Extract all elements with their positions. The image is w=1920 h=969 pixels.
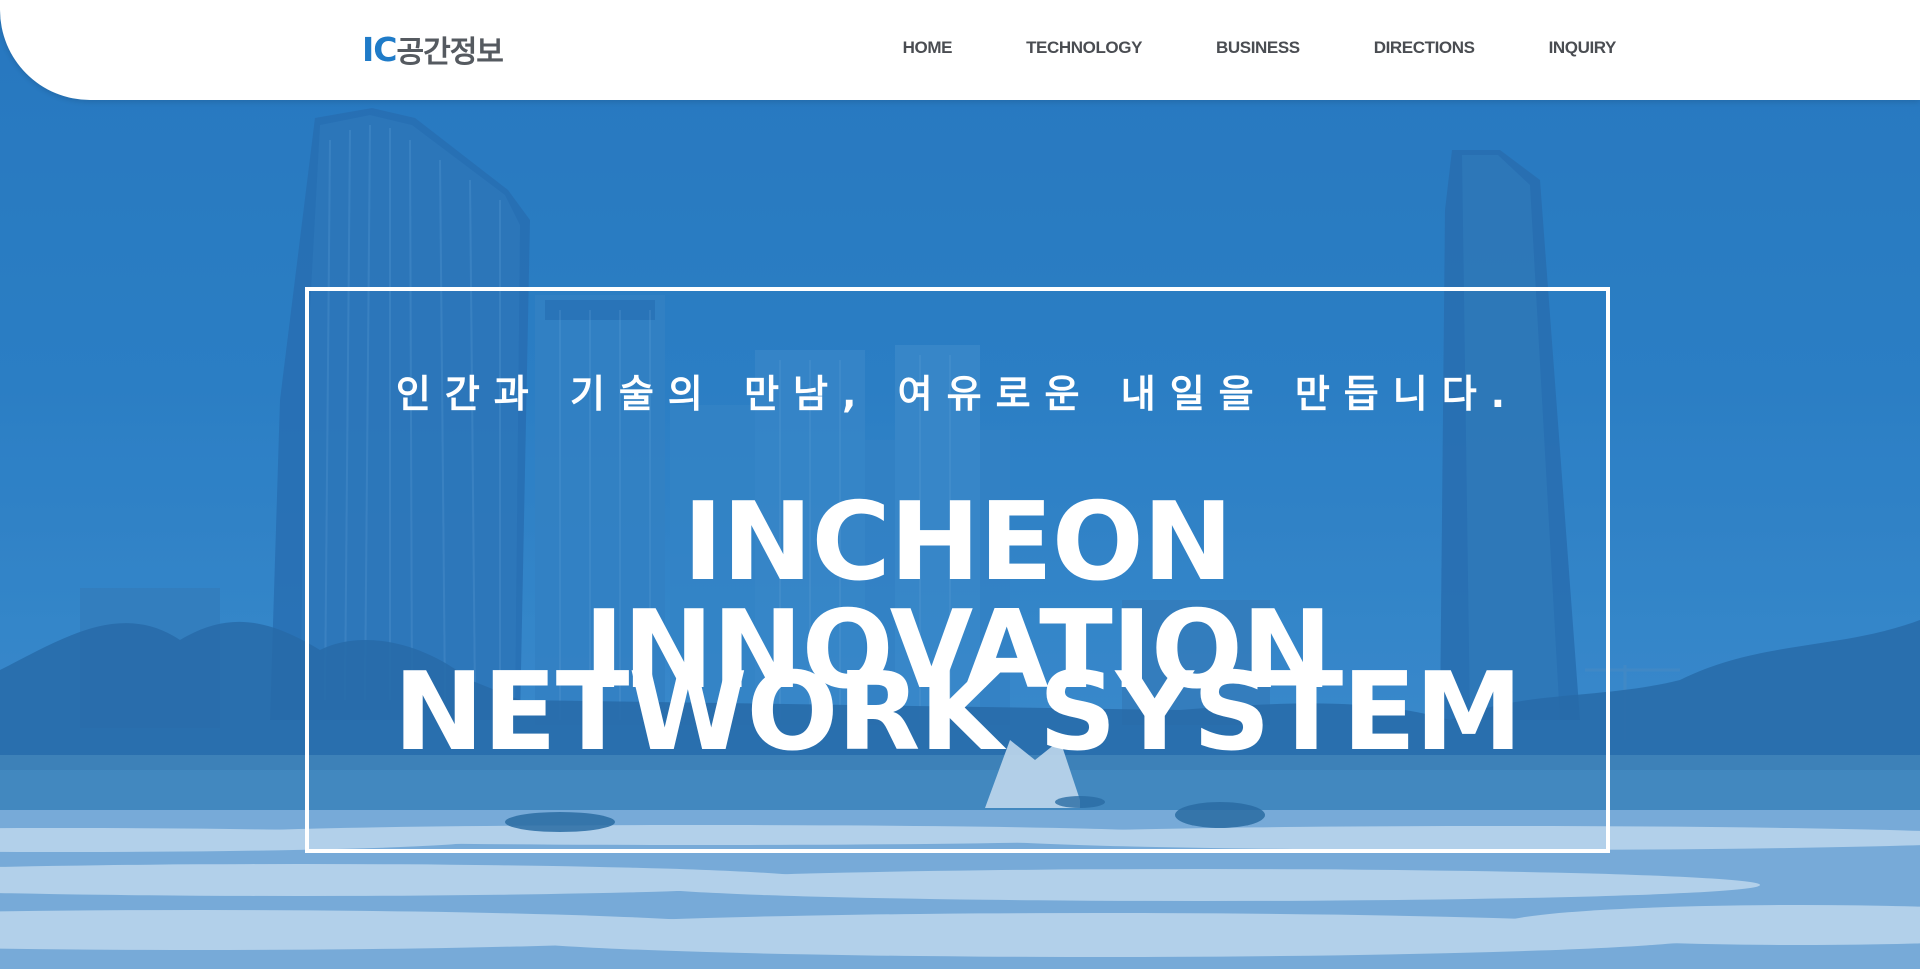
site-logo[interactable]: IC 공간정보: [362, 27, 504, 71]
nav-item-inquiry: INQUIRY: [1475, 38, 1617, 58]
main-nav: HOME TECHNOLOGY BUSINESS DIRECTIONS INQU…: [903, 38, 1617, 58]
nav-link-directions[interactable]: DIRECTIONS: [1374, 38, 1475, 58]
nav-item-directions: DIRECTIONS: [1300, 38, 1475, 58]
nav-link-inquiry[interactable]: INQUIRY: [1549, 38, 1617, 58]
nav-link-home[interactable]: HOME: [903, 38, 953, 58]
hero-tagline: 인간과 기술의 만남, 여유로운 내일을 만듭니다.: [395, 372, 1520, 416]
logo-ic-text: IC: [362, 29, 397, 69]
nav-link-business[interactable]: BUSINESS: [1216, 38, 1300, 58]
hero-headline-line2: NETWORK SYSTEM: [393, 650, 1523, 775]
nav-item-business: BUSINESS: [1142, 38, 1300, 58]
top-header: IC 공간정보 HOME TECHNOLOGY BUSINESS DIRECTI…: [0, 0, 1920, 100]
logo-name-text: 공간정보: [396, 35, 504, 70]
hero-text-frame: 인간과 기술의 만남, 여유로운 내일을 만듭니다. INCHEON INNOV…: [305, 287, 1610, 853]
nav-link-technology[interactable]: TECHNOLOGY: [1026, 38, 1142, 58]
nav-item-technology: TECHNOLOGY: [952, 38, 1142, 58]
nav-item-home: HOME: [903, 38, 953, 58]
